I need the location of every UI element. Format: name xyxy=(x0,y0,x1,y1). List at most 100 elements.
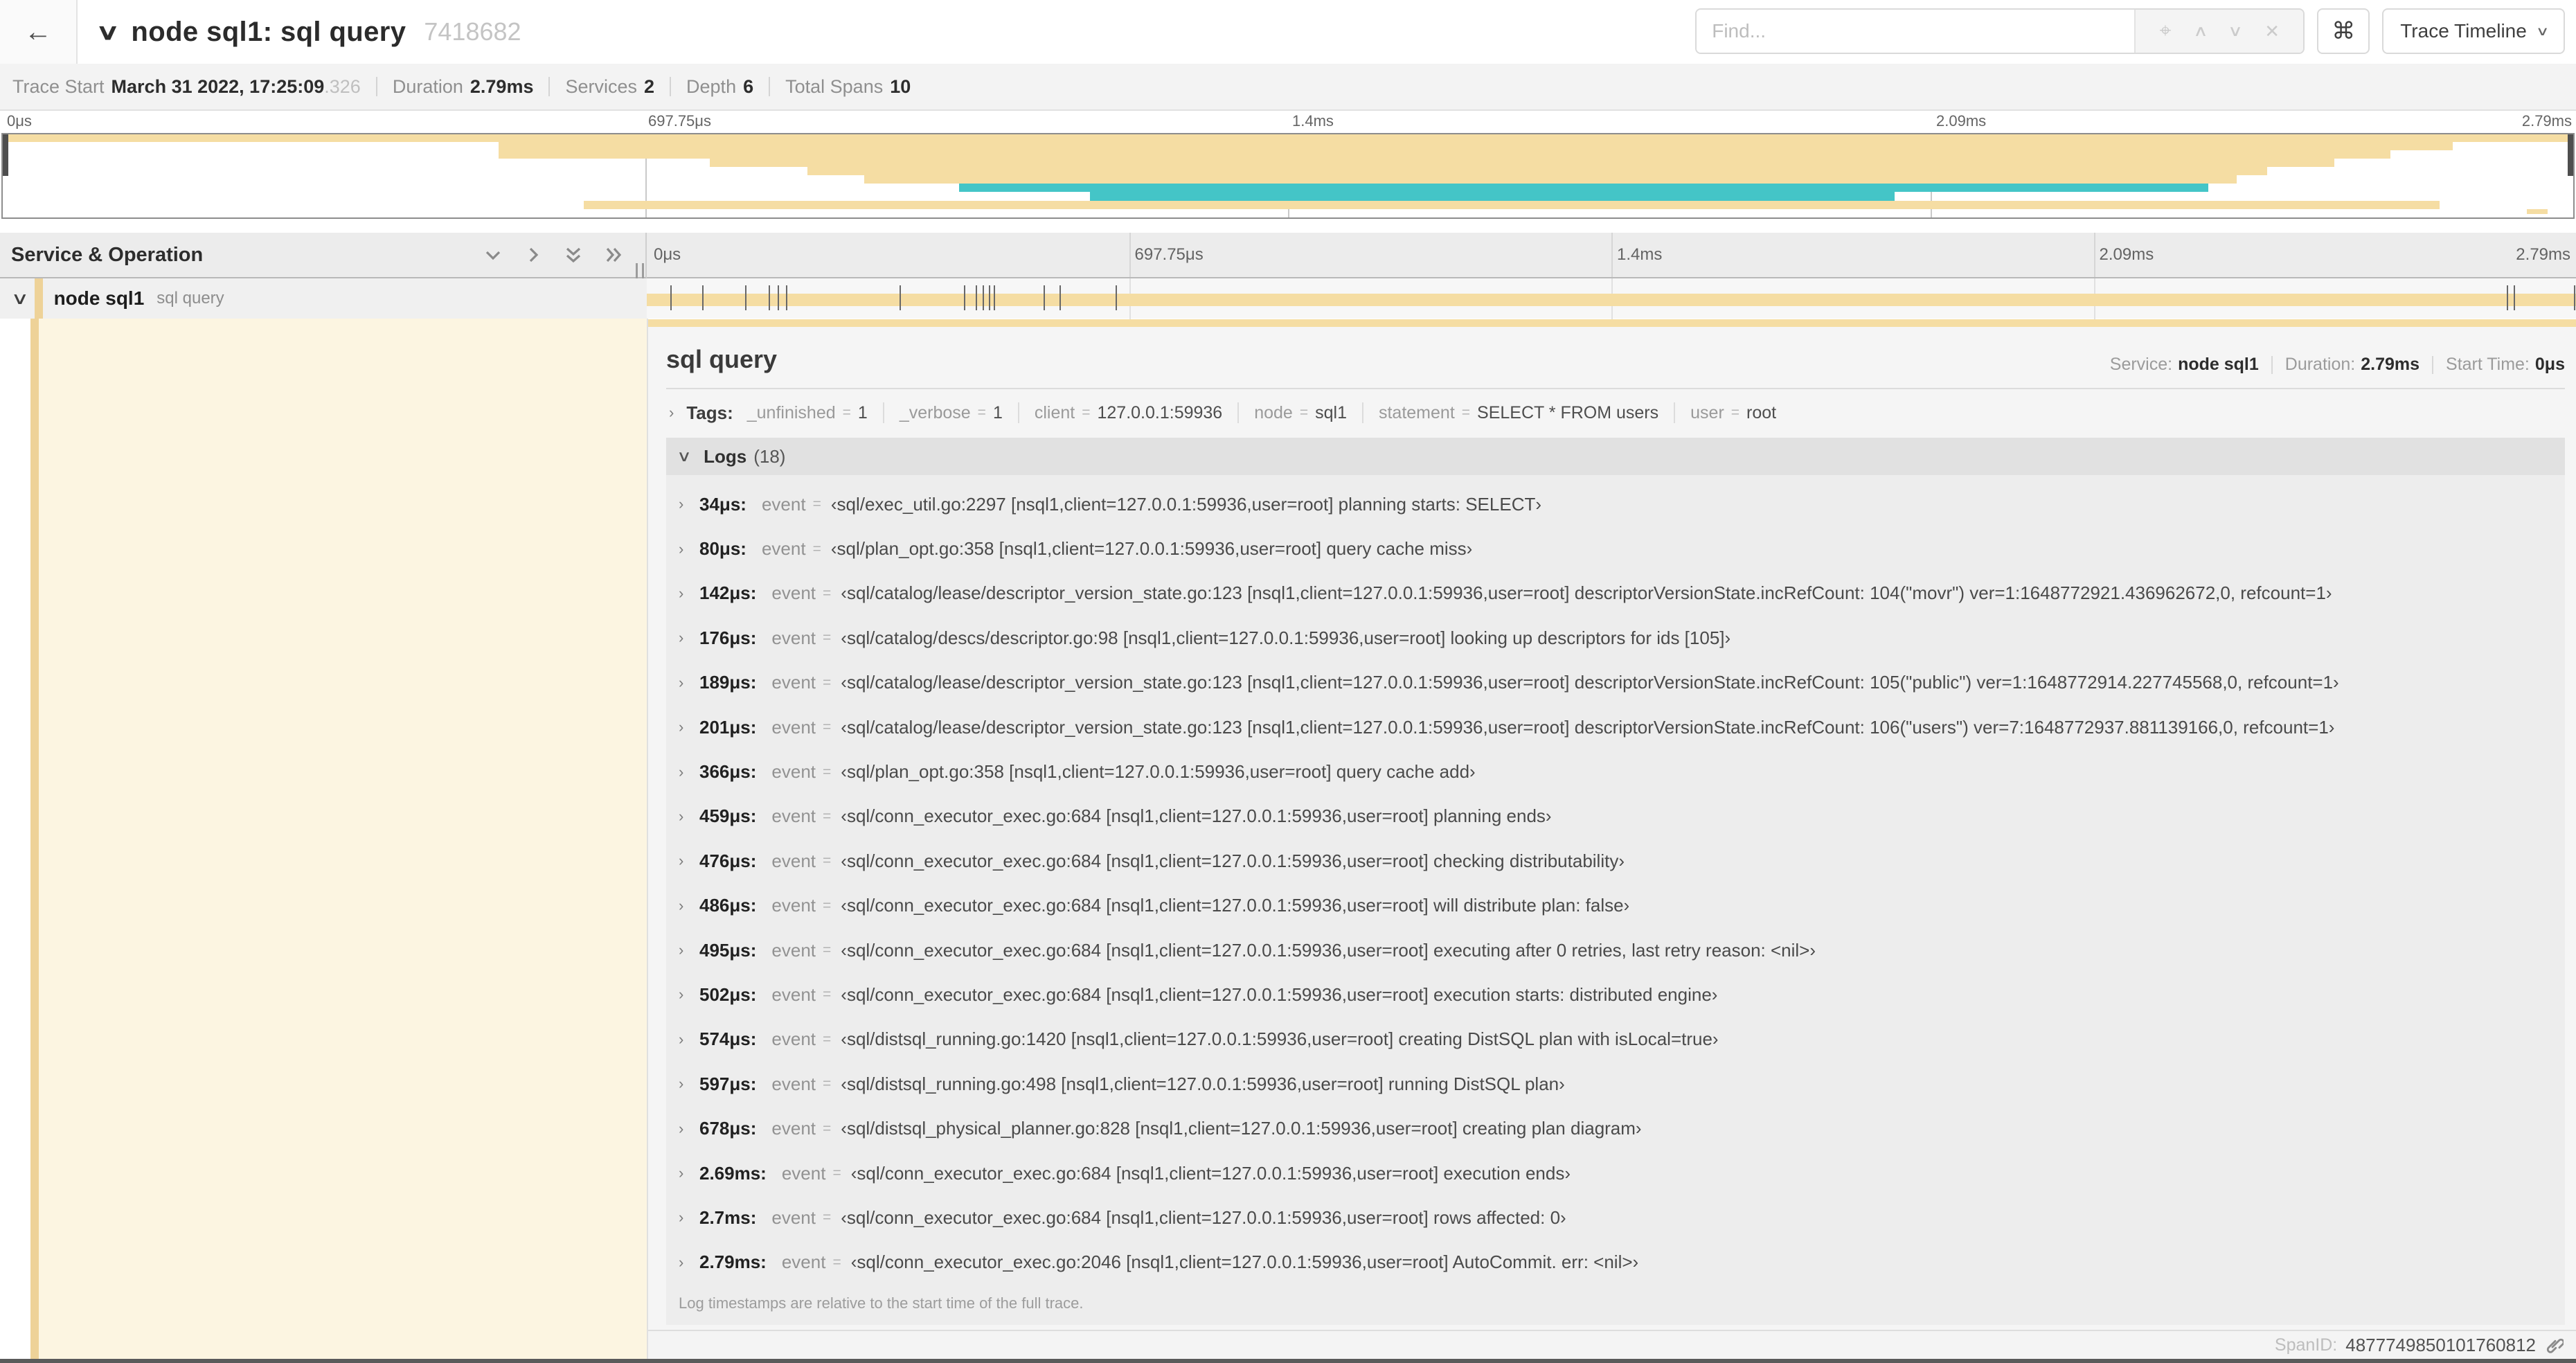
log-row[interactable]: › 495μs: event = ‹sql/conn_executor_exec.go:… xyxy=(666,928,2565,972)
log-timestamp: 2.69ms: xyxy=(699,1162,767,1184)
log-row[interactable]: › 597μs: event = ‹sql/distsql_running.go:498… xyxy=(666,1062,2565,1106)
span-detail-panel: sql query Service: node sql1 Duration: 2.7… xyxy=(648,327,2576,1330)
log-event-tick xyxy=(976,285,978,310)
equals-sign: = xyxy=(823,1120,832,1137)
log-field-key: event xyxy=(761,493,806,515)
clear-search-icon[interactable]: ✕ xyxy=(2264,21,2280,42)
tags-label: Tags: xyxy=(686,402,733,423)
log-event-tick xyxy=(785,285,787,310)
minimap-right-drag-handle[interactable] xyxy=(2568,134,2573,176)
minimap-canvas[interactable] xyxy=(1,133,2575,219)
service-name: node sql1 xyxy=(53,287,145,309)
divider xyxy=(1674,402,1676,423)
log-row[interactable]: › 574μs: event = ‹sql/distsql_running.go:142… xyxy=(666,1017,2565,1062)
divider xyxy=(2432,355,2434,374)
collapse-all-icon[interactable] xyxy=(564,245,583,265)
log-field-value: ‹sql/conn_executor_exec.go:684 [nsql1,cl… xyxy=(841,850,1625,871)
tag-value: 1 xyxy=(857,402,868,422)
log-timestamp: 459μs: xyxy=(699,805,757,827)
meta-value: March 31 2022, 17:25:09 xyxy=(111,75,325,97)
log-row[interactable]: › 678μs: event = ‹sql/distsql_physical_plann… xyxy=(666,1106,2565,1150)
trace-id: 7418682 xyxy=(424,17,521,46)
log-event-tick xyxy=(964,285,966,310)
span-id-label: SpanID: xyxy=(2274,1335,2338,1355)
chevron-right-icon: › xyxy=(679,1164,684,1182)
minimap-span-bar xyxy=(2527,209,2548,214)
log-row[interactable]: › 459μs: event = ‹sql/conn_executor_exec.go:… xyxy=(666,794,2565,839)
divider xyxy=(375,77,377,96)
chevron-right-icon: › xyxy=(669,404,674,421)
meta-value: 6 xyxy=(743,75,754,97)
service-value: node sql1 xyxy=(2178,355,2259,374)
tags-accordion[interactable]: › Tags: _unfinished = 1 _verbose = 1 client = 12… xyxy=(666,392,2565,434)
log-field-key: event xyxy=(771,895,816,916)
log-row[interactable]: › 142μs: event = ‹sql/catalog/lease/descript… xyxy=(666,571,2565,616)
back-button[interactable]: ← xyxy=(0,0,78,65)
copy-link-icon[interactable] xyxy=(2544,1335,2564,1355)
log-event-tick xyxy=(2514,285,2516,310)
trace-minimap: 0μs 697.75μs 1.4ms 2.09ms 2.79ms xyxy=(0,111,2576,222)
collapse-one-icon[interactable] xyxy=(483,245,503,265)
equals-sign: = xyxy=(823,585,832,601)
divider xyxy=(1017,402,1019,423)
equals-sign: = xyxy=(823,986,832,1003)
log-row[interactable]: › 2.79ms: event = ‹sql/conn_executor_exec.go… xyxy=(666,1240,2565,1285)
next-result-icon[interactable]: ∨ xyxy=(2228,22,2243,40)
chevron-down-icon: ∨ xyxy=(2535,24,2550,38)
log-timestamp: 486μs: xyxy=(699,895,757,916)
service-label: Service: node sql1 xyxy=(2109,355,2259,374)
log-timestamp: 574μs: xyxy=(699,1028,757,1050)
tag-value: sql1 xyxy=(1315,402,1347,422)
header-controls: ⌖ ∧ ∨ ✕ ⌘ Trace Timeline ∨ xyxy=(1695,8,2565,54)
log-field-value: ‹sql/distsql_running.go:1420 [nsql1,clie… xyxy=(841,1028,1719,1050)
log-row[interactable]: › 366μs: event = ‹sql/plan_opt.go:358 [nsql1… xyxy=(666,749,2565,794)
log-event-tick xyxy=(777,285,779,310)
minimap-left-drag-handle[interactable] xyxy=(3,134,8,176)
log-timestamp: 476μs: xyxy=(699,850,757,871)
trace-meta-bar: Trace Start March 31 2022, 17:25:09.326 Du… xyxy=(0,64,2576,111)
service-color-stripe xyxy=(34,278,43,319)
keyboard-shortcuts-button[interactable]: ⌘ xyxy=(2317,8,2370,54)
span-row-name-cell[interactable]: ∨ node sql1 sql query xyxy=(0,278,647,319)
log-field-key: event xyxy=(771,1073,816,1094)
equals-sign: = xyxy=(823,1209,832,1226)
span-detail-footer: SpanID: 4877749850101760812 xyxy=(648,1330,2576,1359)
log-row[interactable]: › 486μs: event = ‹sql/conn_executor_exec.go:… xyxy=(666,884,2565,928)
meta-value: 2 xyxy=(644,75,655,97)
collapse-trace-chevron-icon[interactable]: ∨ xyxy=(96,19,120,45)
tag-value: SELECT * FROM users xyxy=(1477,402,1659,422)
log-field-value: ‹sql/conn_executor_exec.go:684 [nsql1,cl… xyxy=(841,895,1630,916)
view-selector-button[interactable]: Trace Timeline ∨ xyxy=(2382,8,2565,54)
log-row[interactable]: › 502μs: event = ‹sql/conn_executor_exec.go:… xyxy=(666,972,2565,1017)
log-row[interactable]: › 80μs: event = ‹sql/plan_opt.go:358 [nsql1,… xyxy=(666,526,2565,571)
equals-sign: = xyxy=(823,630,832,646)
find-input[interactable] xyxy=(1697,10,2135,53)
minimap-span-bar xyxy=(864,175,2237,184)
expand-all-icon[interactable] xyxy=(604,245,623,265)
log-row[interactable]: › 2.69ms: event = ‹sql/conn_executor_exec.go… xyxy=(666,1151,2565,1195)
equals-sign: = xyxy=(823,719,832,736)
logs-accordion-header[interactable]: ∨ Logs (18) xyxy=(666,438,2565,475)
chevron-right-icon: › xyxy=(679,807,684,825)
log-row[interactable]: › 201μs: event = ‹sql/catalog/lease/descript… xyxy=(666,705,2565,749)
log-row[interactable]: › 34μs: event = ‹sql/exec_util.go:2297 [nsql… xyxy=(666,482,2565,526)
log-row[interactable]: › 189μs: event = ‹sql/catalog/lease/descript… xyxy=(666,661,2565,705)
log-field-key: event xyxy=(771,939,816,961)
log-field-key: event xyxy=(771,1118,816,1139)
prev-result-icon[interactable]: ∧ xyxy=(2193,22,2208,40)
log-timestamp: 495μs: xyxy=(699,939,757,961)
equals-sign: = xyxy=(812,540,821,557)
divider xyxy=(2271,355,2273,374)
column-resize-grip[interactable] xyxy=(636,263,644,278)
log-field-key: event xyxy=(771,672,816,693)
minimap-span-bar xyxy=(499,142,2453,150)
log-row[interactable]: › 2.7ms: event = ‹sql/conn_executor_exec.go:… xyxy=(666,1195,2565,1240)
meta-label: Depth xyxy=(686,75,737,97)
span-collapse-chevron-icon[interactable]: ∨ xyxy=(11,289,29,309)
locate-icon[interactable]: ⌖ xyxy=(2159,19,2171,43)
span-duration-bar[interactable] xyxy=(647,294,2576,306)
expand-one-icon[interactable] xyxy=(524,245,543,265)
log-row[interactable]: › 176μs: event = ‹sql/catalog/descs/descript… xyxy=(666,616,2565,660)
log-timestamp: 678μs: xyxy=(699,1118,757,1139)
log-row[interactable]: › 476μs: event = ‹sql/conn_executor_exec.go:… xyxy=(666,839,2565,883)
